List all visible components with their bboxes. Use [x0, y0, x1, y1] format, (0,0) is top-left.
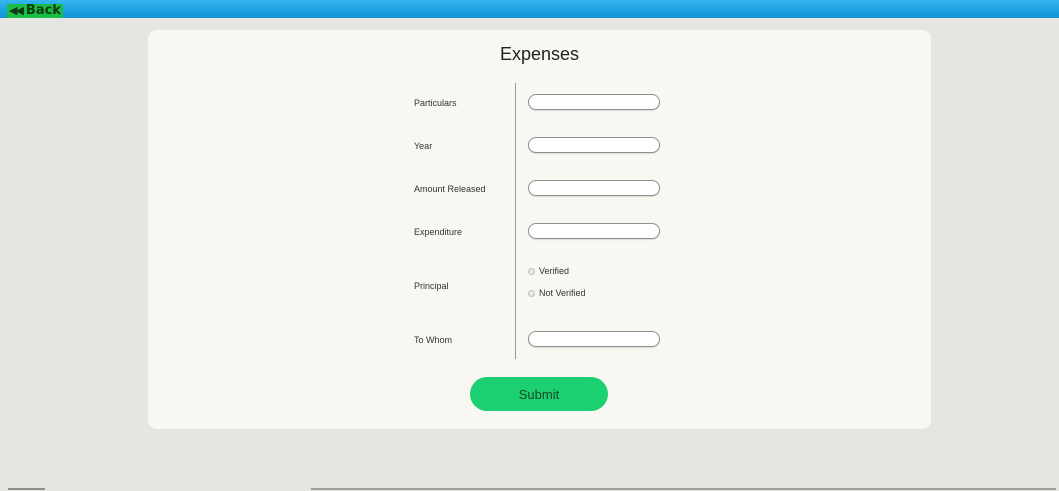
radio-button[interactable] — [528, 267, 535, 275]
particulars-label: Particulars — [414, 98, 457, 108]
principal-not-verified-option[interactable]: Not Verified — [528, 288, 586, 298]
to-whom-label: To Whom — [414, 335, 453, 345]
principal-label: Principal — [414, 281, 449, 291]
bottom-divider-left — [8, 488, 45, 490]
expenses-form-card: Expenses Particulars Year Amount Release… — [148, 30, 931, 429]
amount-released-label: Amount Released — [414, 184, 486, 194]
submit-button[interactable]: Submit — [470, 377, 608, 411]
expenditure-input[interactable] — [528, 223, 660, 239]
radio-button[interactable] — [528, 289, 535, 297]
amount-released-input[interactable] — [528, 180, 660, 196]
form-divider — [515, 83, 516, 359]
bottom-divider-right — [311, 488, 1056, 490]
principal-verified-option[interactable]: Verified — [528, 266, 569, 276]
to-whom-input[interactable] — [528, 331, 660, 347]
not-verified-label: Not Verified — [539, 288, 586, 298]
back-button[interactable]: ◀◀ Back — [7, 4, 63, 18]
top-bar — [0, 0, 1059, 18]
verified-label: Verified — [539, 266, 570, 276]
double-chevron-left-icon: ◀◀ — [9, 4, 24, 17]
particulars-input[interactable] — [528, 94, 660, 110]
expenditure-label: Expenditure — [414, 227, 463, 237]
year-input[interactable] — [528, 137, 660, 153]
form-title: Expenses — [499, 44, 580, 64]
back-label: Back — [25, 3, 61, 18]
year-label: Year — [414, 141, 433, 151]
